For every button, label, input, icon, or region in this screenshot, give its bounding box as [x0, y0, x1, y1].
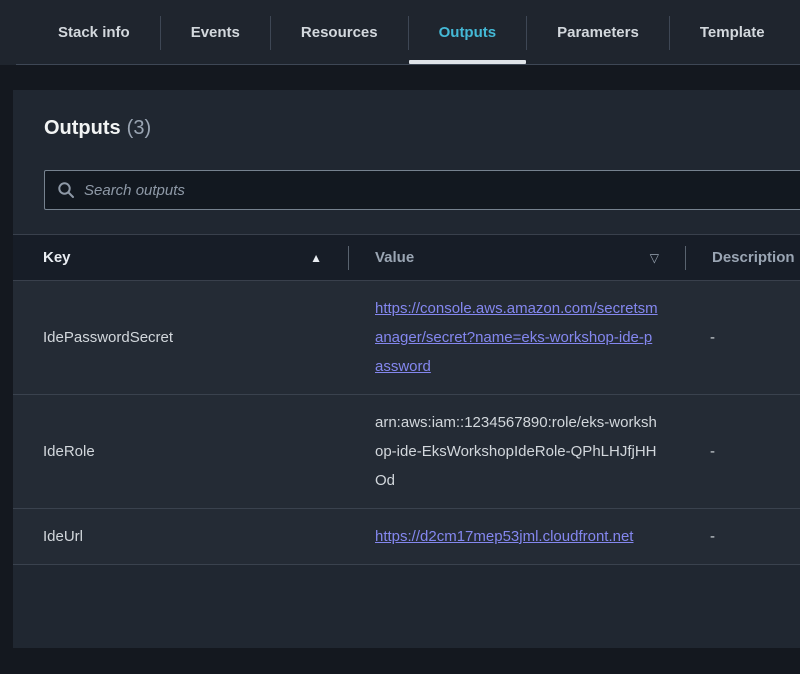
tab-label: Outputs — [439, 24, 497, 41]
table-row: IdePasswordSecret https://console.aws.am… — [13, 281, 800, 395]
tab-label: Stack info — [58, 24, 130, 41]
output-value-link[interactable]: https://console.aws.amazon.com/secretsma… — [375, 300, 658, 375]
tab-events[interactable]: Events — [161, 0, 270, 65]
outputs-panel: Outputs (3) Key ▲ Value ▽ Description — [13, 90, 800, 648]
search-outputs-input[interactable] — [84, 182, 800, 199]
output-value: https://d2cm17mep53jml.cloudfront.net — [348, 509, 685, 565]
outputs-table: Key ▲ Value ▽ Description IdePasswordSec… — [13, 234, 800, 565]
column-header-value[interactable]: Value ▽ — [348, 235, 685, 281]
search-outputs-box[interactable] — [44, 170, 800, 210]
tab-parameters[interactable]: Parameters — [527, 0, 669, 65]
tab-outputs[interactable]: Outputs — [409, 0, 527, 65]
outputs-panel-title: Outputs (3) — [13, 90, 800, 140]
tab-label: Events — [191, 24, 240, 41]
output-value: arn:aws:iam::1234567890:role/eks-worksho… — [348, 395, 685, 509]
output-description: - — [685, 281, 800, 395]
tab-label: Resources — [301, 24, 378, 41]
column-label-value: Value — [348, 249, 685, 266]
stack-tabs: Stack info Events Resources Outputs Para… — [0, 0, 800, 65]
panel-title-text: Outputs — [44, 117, 121, 139]
sort-none-icon: ▽ — [650, 251, 659, 265]
output-key: IdeRole — [13, 395, 348, 509]
tab-label: Template — [700, 24, 765, 41]
table-row: IdeUrl https://d2cm17mep53jml.cloudfront… — [13, 509, 800, 565]
output-value: https://console.aws.amazon.com/secretsma… — [348, 281, 685, 395]
column-header-key[interactable]: Key ▲ — [13, 235, 348, 281]
output-description: - — [685, 509, 800, 565]
tab-template[interactable]: Template — [670, 0, 795, 65]
output-value-text: arn:aws:iam::1234567890:role/eks-worksho… — [375, 414, 657, 489]
column-header-description[interactable]: Description — [685, 235, 800, 281]
stack-detail-tabbar: Stack info Events Resources Outputs Para… — [0, 0, 800, 65]
column-label-key: Key — [13, 249, 348, 266]
sort-ascending-icon: ▲ — [310, 251, 322, 265]
tab-label: Parameters — [557, 24, 639, 41]
output-description: - — [685, 395, 800, 509]
table-header-row: Key ▲ Value ▽ Description — [13, 235, 800, 281]
tab-resources[interactable]: Resources — [271, 0, 408, 65]
tab-stack-info[interactable]: Stack info — [28, 0, 160, 65]
column-label-description: Description — [685, 249, 800, 266]
outputs-count-badge: (3) — [127, 117, 151, 139]
search-icon — [57, 181, 75, 199]
tabbar-bottom-border — [16, 64, 800, 65]
output-value-link[interactable]: https://d2cm17mep53jml.cloudfront.net — [375, 528, 633, 545]
output-key: IdeUrl — [13, 509, 348, 565]
table-row: IdeRole arn:aws:iam::1234567890:role/eks… — [13, 395, 800, 509]
output-key: IdePasswordSecret — [13, 281, 348, 395]
